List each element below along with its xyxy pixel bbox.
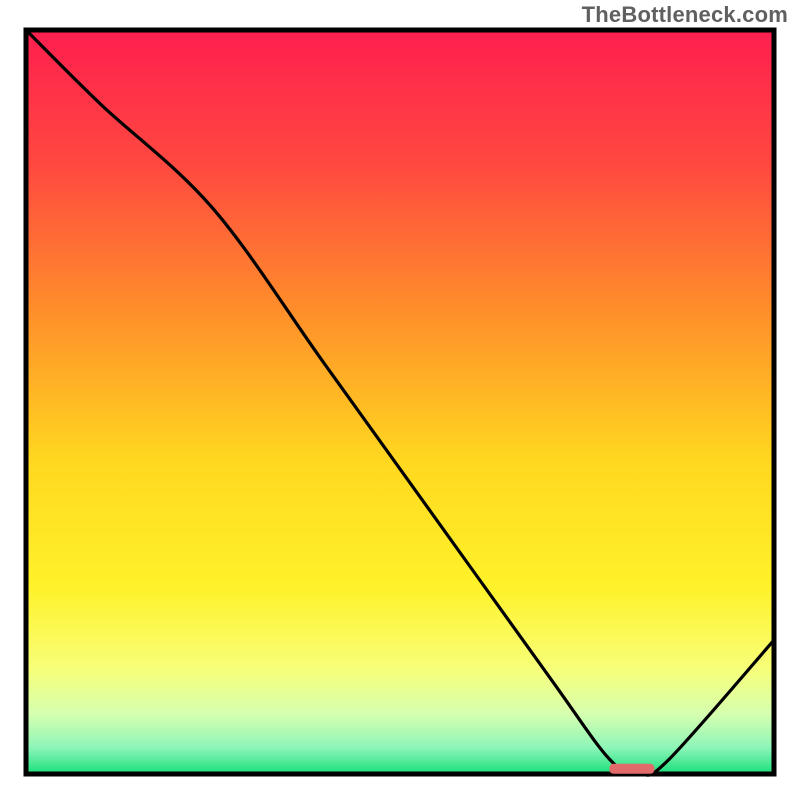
watermark-text: TheBottleneck.com [582, 2, 788, 28]
chart-frame: TheBottleneck.com [0, 0, 800, 800]
optimal-marker [609, 764, 654, 774]
bottleneck-chart [0, 0, 800, 800]
gradient-background [26, 30, 774, 774]
